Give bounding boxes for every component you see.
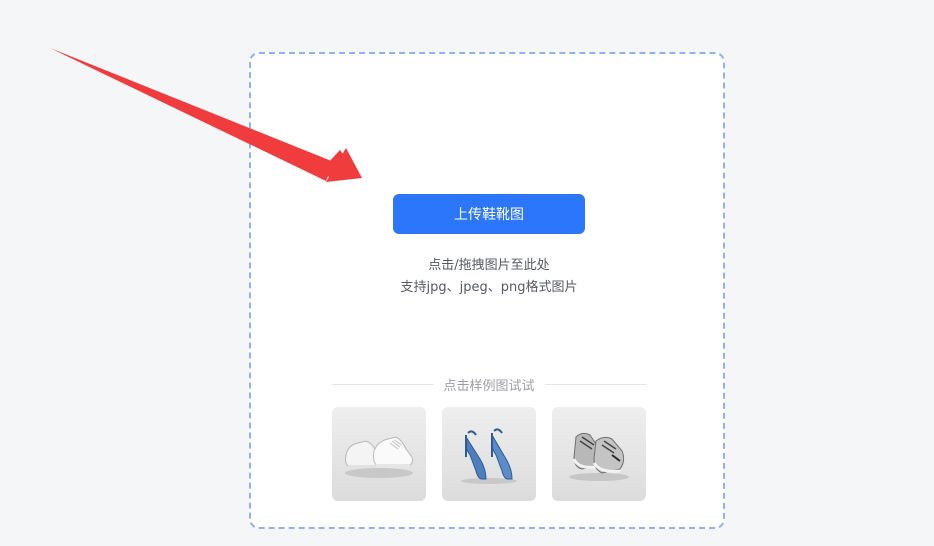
blue-slingback-heels-image [461,428,517,484]
drag-drop-hint: 点击/拖拽图片至此处 [428,258,550,273]
sample-thumbnail-white-sneakers[interactable] [332,407,426,501]
white-sneakers-image [345,436,413,478]
gray-running-shoes-image [569,432,629,481]
supported-formats-hint: 支持jpg、jpeg、png格式图片 [400,280,578,295]
samples-divider: 点击样例图试试 [332,374,647,394]
upload-dropzone[interactable]: 上传鞋靴图 点击/拖拽图片至此处 支持jpg、jpeg、png格式图片 点击样例… [249,52,725,529]
divider-line-right [544,383,647,385]
sample-thumbnail-blue-heels[interactable] [442,407,536,501]
upload-shoe-image-button[interactable]: 上传鞋靴图 [393,194,585,234]
sample-thumbnail-running-shoes[interactable] [552,407,646,501]
page: 上传鞋靴图 点击/拖拽图片至此处 支持jpg、jpeg、png格式图片 点击样例… [0,0,934,546]
samples-heading: 点击样例图试试 [443,378,535,394]
divider-line-left [332,383,434,385]
sample-thumbnails [332,407,648,501]
